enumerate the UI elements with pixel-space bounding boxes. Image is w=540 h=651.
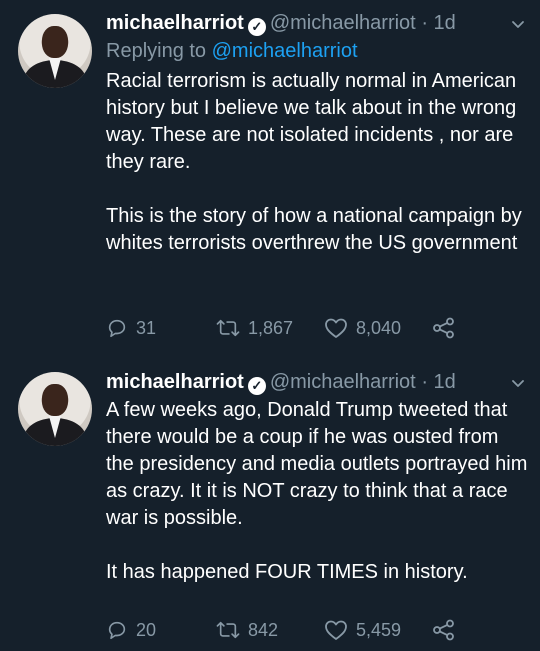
share-icon [433,619,454,641]
share-button[interactable] [432,619,456,641]
tweet-header: michaelharriot ✓ @michaelharriot · 1d [106,11,456,36]
retweet-count: 842 [248,619,279,640]
reply-count: 20 [136,619,157,640]
separator-dot: · [421,371,428,393]
tweet-1[interactable]: michaelharriot ✓ @michaelharriot · 1d Repl… [0,0,540,365]
separator-dot: · [421,12,428,34]
reply-icon [108,621,126,640]
tweet-actions: 31 1,867 8,040 [106,317,526,341]
verified-badge-icon: ✓ [247,18,266,36]
like-count: 5,459 [356,619,402,640]
tweet-text: Racial terrorism is actually normal in A… [106,68,531,257]
replying-to: Replying to @michaelharriot [106,39,358,63]
tweet-paragraph: It has happened FOUR TIMES in history. [106,561,468,583]
heart-icon [325,318,347,338]
verified-badge-icon: ✓ [247,377,266,395]
timestamp[interactable]: 1d [434,371,456,393]
tweet-paragraph: This is the story of how a national camp… [106,205,522,254]
replying-to-link[interactable]: @michaelharriot [212,40,358,62]
chevron-down-icon[interactable] [510,375,526,391]
tweet-header: michaelharriot ✓ @michaelharriot · 1d [106,370,456,395]
tweet-paragraph: A few weeks ago, Donald Trump tweeted th… [106,399,528,529]
tweet-2[interactable]: michaelharriot ✓ @michaelharriot · 1d A fe… [0,365,540,651]
like-count: 8,040 [356,317,402,338]
share-icon [433,317,454,339]
handle[interactable]: @michaelharriot [270,12,416,34]
like-button[interactable]: 5,459 [324,619,401,641]
handle[interactable]: @michaelharriot [270,371,416,393]
reply-icon [108,319,126,338]
share-button[interactable] [432,317,456,339]
retweet-count: 1,867 [248,317,294,338]
reply-button[interactable]: 31 [106,317,156,339]
reply-button[interactable]: 20 [106,619,156,641]
tweet-actions: 20 842 5,459 [106,619,526,643]
like-button[interactable]: 8,040 [324,317,401,339]
reply-count: 31 [136,317,157,338]
tweet-paragraph: Racial terrorism is actually normal in A… [106,70,517,173]
retweet-icon [216,319,240,337]
avatar[interactable] [18,372,92,446]
heart-icon [325,620,347,640]
chevron-down-icon[interactable] [510,16,526,32]
tweet-text: A few weeks ago, Donald Trump tweeted th… [106,397,531,586]
timestamp[interactable]: 1d [434,12,456,34]
retweet-icon [216,621,240,639]
replying-to-label: Replying to [106,40,207,62]
avatar[interactable] [18,14,92,88]
display-name[interactable]: michaelharriot [106,371,244,393]
retweet-button[interactable]: 1,867 [216,317,293,339]
display-name[interactable]: michaelharriot [106,12,244,34]
retweet-button[interactable]: 842 [216,619,278,641]
